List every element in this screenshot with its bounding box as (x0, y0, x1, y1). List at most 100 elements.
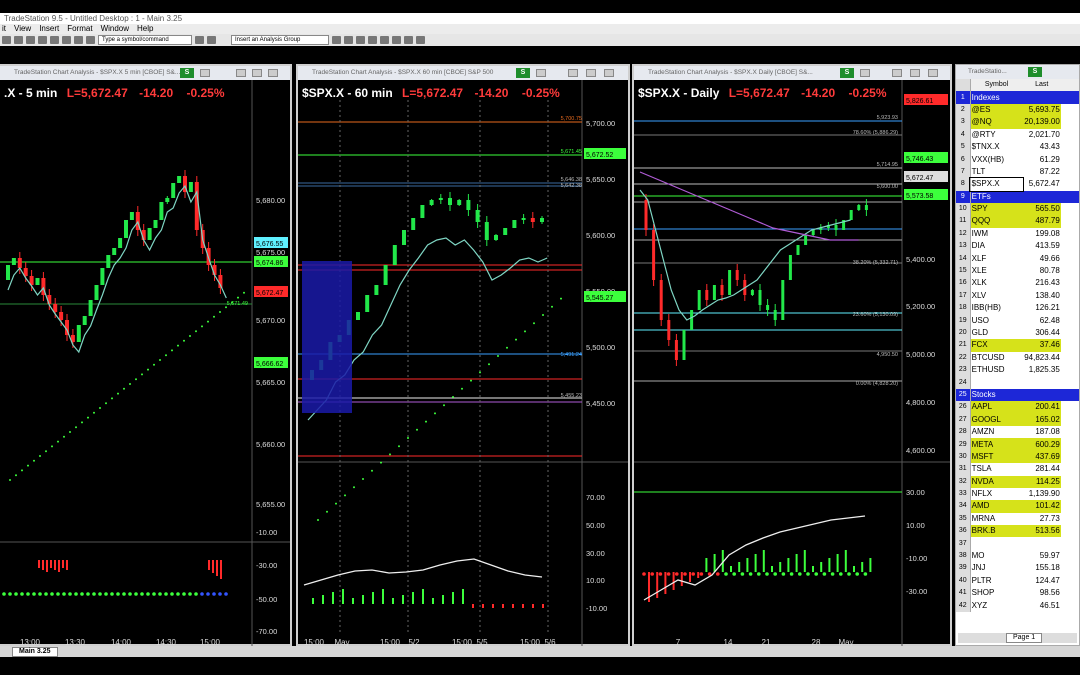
sheet-tabs: Page 1 (958, 633, 1077, 643)
symbol-link-button[interactable]: S (180, 68, 194, 78)
row-number: 19 (956, 314, 971, 327)
table-row[interactable]: 19 USO 62.48 (956, 314, 1079, 327)
table-row[interactable]: 35 MRNA 27.73 (956, 512, 1079, 526)
go-icon[interactable] (195, 36, 204, 44)
table-row[interactable]: 2 @ES 5,693.75 (956, 103, 1079, 117)
maximize-icon[interactable] (910, 69, 920, 77)
table-row[interactable]: 26 AAPL 200.41 (956, 401, 1079, 414)
format-icon[interactable] (368, 36, 377, 44)
table-row[interactable]: 27 GOOGL 165.02 (956, 413, 1079, 426)
table-row[interactable]: 11 QQQ 487.79 (956, 215, 1079, 228)
table-row[interactable]: 13 DIA 413.59 (956, 240, 1079, 253)
table-row[interactable]: 36 BRK.B 513.56 (956, 525, 1079, 538)
table-row[interactable]: 32 NVDA 114.25 (956, 475, 1079, 488)
column-header[interactable]: Symbol (970, 79, 1022, 91)
symbol-link-button[interactable]: S (1028, 67, 1042, 77)
matrix-icon[interactable] (62, 36, 71, 44)
table-row[interactable]: 22 BTCUSD 94,823.44 (956, 351, 1079, 364)
insert-strategy-icon[interactable] (344, 36, 353, 44)
table-row[interactable]: 29 META 600.29 (956, 438, 1079, 451)
table-row[interactable]: 21 FCX 37.46 (956, 339, 1079, 352)
table-row[interactable]: 31 TSLA 281.44 (956, 463, 1079, 476)
print-icon[interactable] (26, 36, 35, 44)
zoom-out-icon[interactable] (416, 36, 425, 44)
table-row[interactable]: 23 ETHUSD 1,825.35 (956, 363, 1079, 377)
table-row[interactable]: 9 ETFs (956, 190, 1079, 203)
indicator-dot (224, 592, 228, 596)
table-row[interactable]: 6 VXX(HB) 61.29 (956, 153, 1079, 166)
close-icon[interactable] (604, 69, 614, 77)
table-row[interactable]: 4 @RTY 2,021.70 (956, 128, 1079, 141)
table-row[interactable]: 25 Stocks (956, 388, 1079, 402)
desktop-tab[interactable]: Main 3.25 (12, 647, 58, 657)
menu-window[interactable]: Window (101, 24, 129, 34)
minimize-icon[interactable] (236, 69, 246, 77)
chart-window-daily[interactable]: TradeStation Chart Analysis - $SPX.X Dai… (632, 64, 952, 648)
chart-area[interactable]: 5,680.00 5,675.00 5,670.00 5,665.00 5,660.00… (0, 80, 290, 648)
table-row[interactable]: 20 GLD 306.44 (956, 326, 1079, 340)
minimize-icon[interactable] (568, 69, 578, 77)
menu-view[interactable]: View (14, 24, 31, 34)
table-row[interactable]: 18 IBB(HB) 126.21 (956, 302, 1079, 315)
table-row[interactable]: 5 $TNX.X 43.43 (956, 140, 1079, 154)
table-row[interactable]: 10 SPY 565.50 (956, 202, 1079, 216)
table-row[interactable]: 7 TLT 87.22 (956, 165, 1079, 179)
table-row[interactable]: 33 NFLX 1,139.90 (956, 487, 1079, 501)
menu-help[interactable]: Help (137, 24, 153, 34)
table-row[interactable]: 16 XLK 216.43 (956, 277, 1079, 290)
grid-icon[interactable] (50, 36, 59, 44)
symbol-link-button[interactable]: S (516, 68, 530, 78)
link-icon[interactable] (207, 36, 216, 44)
close-icon[interactable] (928, 69, 938, 77)
table-row[interactable]: 15 XLE 80.78 (956, 264, 1079, 278)
insert-indicator-icon[interactable] (332, 36, 341, 44)
maximize-icon[interactable] (252, 69, 262, 77)
table-row[interactable]: 42 XYZ 46.51 (956, 599, 1079, 612)
table-row[interactable]: 14 XLF 49.66 (956, 252, 1079, 265)
menu-format[interactable]: Format (67, 24, 92, 34)
column-header[interactable]: Last (1023, 79, 1061, 91)
table-row[interactable]: 37 (956, 537, 1079, 550)
analysis-group-select[interactable]: Insert an Analysis Group (231, 35, 329, 45)
menu-insert[interactable]: Insert (39, 24, 59, 34)
close-icon[interactable] (268, 69, 278, 77)
symbol-link-button[interactable]: S (840, 68, 854, 78)
symbol-command-input[interactable]: Type a symbol/command (98, 35, 192, 45)
dropdown-icon[interactable] (536, 69, 546, 77)
binoculars-icon[interactable] (392, 36, 401, 44)
page-tab[interactable]: Page 1 (1006, 633, 1043, 643)
table-row[interactable]: 38 MO 59.97 (956, 549, 1079, 563)
table-row[interactable]: 3 @NQ 20,139.00 (956, 116, 1079, 129)
table-row[interactable]: 28 AMZN 187.08 (956, 425, 1079, 439)
zoom-in-icon[interactable] (404, 36, 413, 44)
chart-icon[interactable] (38, 36, 47, 44)
table-row[interactable]: 39 JNJ 155.18 (956, 562, 1079, 575)
table-row[interactable]: 34 AMD 101.42 (956, 500, 1079, 513)
radarscreen-window[interactable]: TradeStatio... S Symbol Last 1 Indexes 2 @E… (955, 64, 1080, 646)
table-row[interactable]: 41 SHOP 98.56 (956, 587, 1079, 600)
table-row[interactable]: 1 Indexes (956, 91, 1079, 104)
chart-area[interactable]: 5,700.005,650.005,600.005,550.005,500.00… (298, 80, 628, 648)
table-row[interactable]: 17 XLV 138.40 (956, 289, 1079, 303)
minimize-icon[interactable] (892, 69, 902, 77)
save-icon[interactable] (14, 36, 23, 44)
table-row[interactable]: 24 (956, 376, 1079, 389)
candle-body (383, 265, 388, 285)
maximize-icon[interactable] (586, 69, 596, 77)
table-row[interactable]: 30 MSFT 437.69 (956, 450, 1079, 464)
volume-profile-box (302, 261, 352, 413)
table-row[interactable]: 12 IWM 199.08 (956, 227, 1079, 241)
dropdown-icon[interactable] (200, 69, 210, 77)
scanner-icon[interactable] (74, 36, 83, 44)
news-icon[interactable] (86, 36, 95, 44)
chart-window-60min[interactable]: TradeStation Chart Analysis - $SPX.X 60 … (296, 64, 630, 648)
table-row[interactable]: 40 PLTR 124.47 (956, 574, 1079, 588)
menu-edit[interactable]: it (2, 24, 6, 34)
insert-drawing-icon[interactable] (356, 36, 365, 44)
alert-icon[interactable] (380, 36, 389, 44)
chart-area[interactable]: 5,400.00 5,200.00 5,000.00 4,800.00 4,600.00… (634, 80, 950, 648)
dropdown-icon[interactable] (860, 69, 870, 77)
chart-window-5min[interactable]: TradeStation Chart Analysis - $SPX.X 5 m… (0, 64, 292, 648)
open-icon[interactable] (2, 36, 11, 44)
table-row[interactable]: 8 $SPX.X 5,672.47 (956, 177, 1079, 192)
